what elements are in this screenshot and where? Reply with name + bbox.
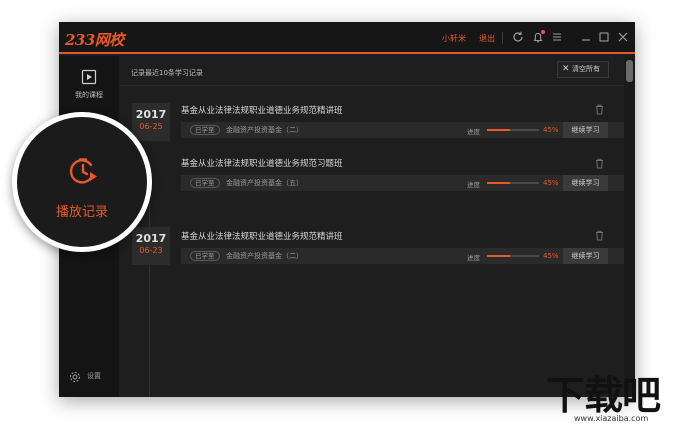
learned-tag: 已学至 [190, 178, 220, 188]
titlebar: 233网校 小轩米 退出 [59, 22, 635, 54]
logout-link[interactable]: 退出 [479, 33, 495, 44]
history-summary: 记录最近10条学习记录 [131, 69, 203, 77]
nav-my-courses[interactable]: 我的课程 [59, 64, 119, 104]
play-history-callout[interactable]: 播放记录 [12, 112, 152, 252]
lesson-name: 金融资产投资基金（二） [226, 252, 303, 260]
header-divider [119, 85, 624, 86]
clear-all-label: 清空所有 [572, 65, 600, 73]
titlebar-divider [502, 32, 503, 44]
stage: 233网校 小轩米 退出 我的课程 设置 记录最近10条学习记录 ✕ 清空所有 … [0, 0, 684, 426]
date-month-day: 06-23 [139, 246, 163, 255]
progress-bar [487, 129, 539, 131]
history-panel: 记录最近10条学习记录 ✕ 清空所有 2017 06-25 基金从业法律法规职业… [119, 56, 625, 397]
watermark-text: 下载吧 [546, 374, 661, 419]
date-year: 2017 [135, 108, 167, 121]
progress-label: 进度 [467, 128, 480, 136]
progress-fill [487, 129, 511, 131]
nav-my-courses-label: 我的课程 [75, 91, 103, 99]
course-play-icon [80, 68, 98, 90]
scrollbar[interactable] [624, 56, 635, 397]
progress-fill [487, 182, 511, 184]
app-logo: 233网校 [65, 31, 124, 49]
progress-bar [487, 255, 539, 257]
learned-tag: 已学至 [190, 125, 220, 135]
date-badge: 2017 06-23 [132, 227, 170, 265]
username-link[interactable]: 小轩米 [442, 33, 466, 44]
course-title: 基金从业法律法规职业道德业务规范精讲班 [181, 106, 343, 116]
course-title: 基金从业法律法规职业道德业务规范习题班 [181, 159, 343, 169]
course-title: 基金从业法律法规职业道德业务规范精讲班 [181, 232, 343, 242]
progress-percent: 45% [543, 126, 559, 134]
date-badge: 2017 06-25 [132, 103, 170, 141]
learned-tag: 已学至 [190, 251, 220, 261]
clear-all-button[interactable]: ✕ 清空所有 [557, 61, 609, 78]
gear-icon [70, 372, 80, 382]
history-clock-icon [67, 155, 99, 191]
progress-bar [487, 182, 539, 184]
minimize-icon[interactable] [579, 30, 593, 44]
record-row: 已学至 金融资产投资基金（五） 进度 45% [181, 175, 625, 191]
trash-icon[interactable] [595, 230, 604, 241]
site-watermark: 下载吧 www.xiazaiba.com [546, 368, 684, 426]
date-year: 2017 [135, 232, 167, 245]
scrollbar-thumb[interactable] [626, 60, 633, 82]
record-row: 已学至 金融资产投资基金（二） 进度 45% [181, 122, 625, 138]
continue-learning-button[interactable]: 继续学习 [563, 122, 608, 138]
progress-percent: 45% [543, 252, 559, 260]
watermark-url: www.xiazaiba.com [574, 414, 649, 423]
continue-learning-button[interactable]: 继续学习 [563, 248, 608, 264]
menu-icon[interactable] [550, 30, 564, 44]
timeline-line [149, 168, 150, 397]
refresh-icon[interactable] [511, 30, 525, 44]
nav-settings-label: 设置 [87, 372, 101, 380]
progress-fill [487, 255, 511, 257]
maximize-icon[interactable] [597, 30, 611, 44]
lesson-name: 金融资产投资基金（二） [226, 126, 303, 134]
date-month-day: 06-25 [139, 122, 163, 131]
nav-settings[interactable]: 设置 [69, 368, 101, 382]
progress-label: 进度 [467, 181, 480, 189]
play-history-label: 播放记录 [55, 205, 108, 220]
progress-label: 进度 [467, 254, 480, 262]
clear-x-icon: ✕ [562, 64, 570, 74]
trash-icon[interactable] [595, 104, 604, 115]
trash-icon[interactable] [595, 158, 604, 169]
continue-learning-button[interactable]: 继续学习 [563, 175, 608, 191]
notification-dot [541, 30, 545, 34]
record-row: 已学至 金融资产投资基金（二） 进度 45% [181, 248, 625, 264]
close-icon[interactable] [616, 30, 630, 44]
bell-icon[interactable] [531, 30, 545, 44]
progress-percent: 45% [543, 179, 559, 187]
lesson-name: 金融资产投资基金（五） [226, 179, 303, 187]
